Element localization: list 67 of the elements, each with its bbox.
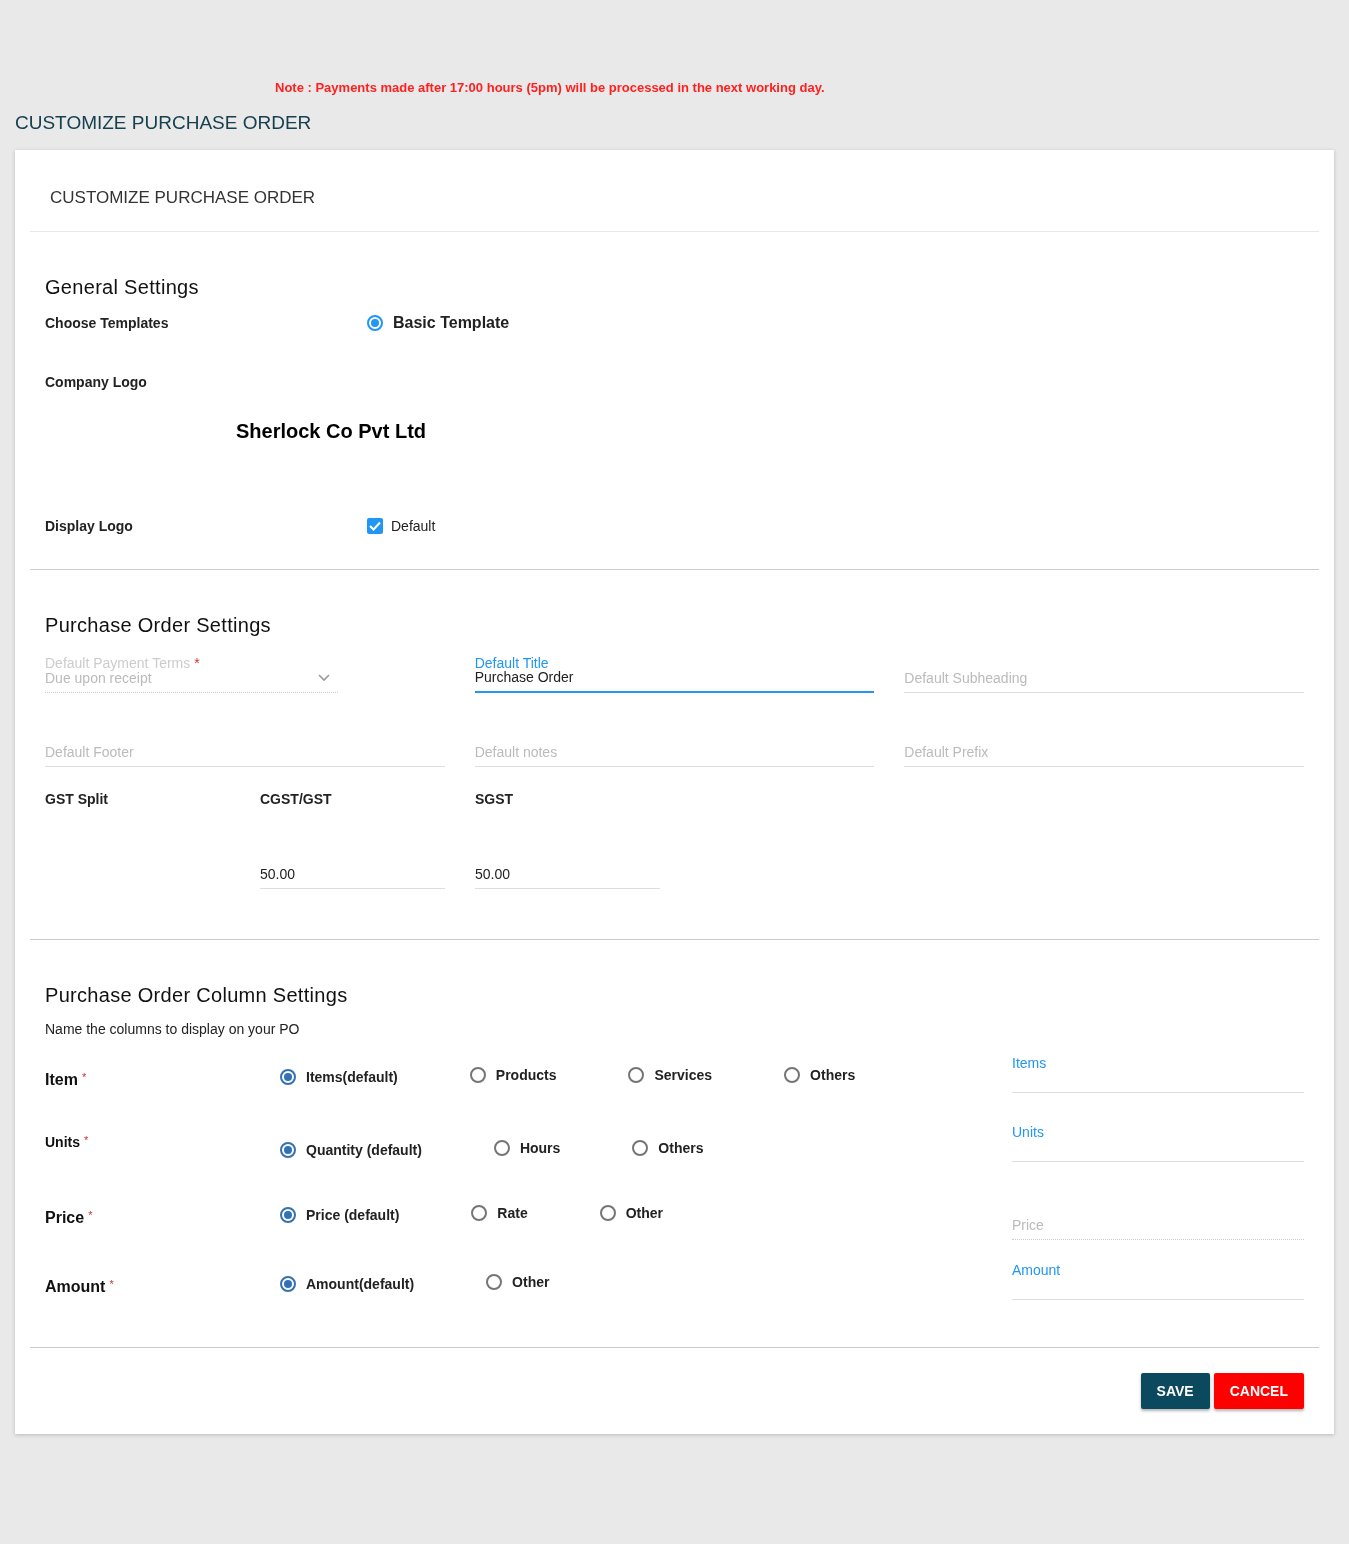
text-field[interactable]: Default Subheading — [904, 655, 1304, 693]
radio-option[interactable]: Others — [632, 1140, 704, 1156]
radio-option[interactable]: Hours — [493, 1140, 561, 1156]
payment-note: Note : Payments made after 17:00 hours (5pm) will be processed in the next working day. — [275, 79, 826, 97]
radio-icon[interactable] — [280, 1207, 296, 1223]
radio-icon[interactable] — [469, 1067, 486, 1083]
radio-option[interactable]: Others — [784, 1067, 856, 1083]
row-label: Item — [45, 1071, 78, 1088]
required-mark: * — [84, 1134, 89, 1146]
cancel-button[interactable]: CANCEL — [1213, 1373, 1304, 1409]
chevron-down-icon — [318, 674, 330, 682]
text-field[interactable]: Default Title Purchase Order — [474, 655, 875, 693]
row-label: Units — [45, 1134, 80, 1150]
radio-option[interactable]: Rate — [471, 1205, 528, 1221]
required-mark: * — [88, 1209, 93, 1221]
number-field[interactable]: 50.00 — [260, 851, 445, 889]
radio-option[interactable]: Price (default) — [280, 1207, 400, 1223]
radio-icon[interactable] — [280, 1142, 296, 1158]
text-input[interactable]: 50.00 — [260, 866, 445, 888]
text-field[interactable]: Default notes — [474, 729, 875, 767]
required-mark: * — [81, 1071, 87, 1083]
text-field[interactable]: Default Prefix — [904, 729, 1304, 767]
text-input[interactable]: Default notes — [474, 744, 875, 766]
field-label: CGST/GST — [260, 791, 333, 807]
number-field[interactable]: 50.00 — [475, 851, 660, 889]
radio-option[interactable]: Quantity (default) — [280, 1142, 422, 1158]
field-label: Choose Templates — [45, 314, 170, 331]
field-label: SGST — [475, 791, 515, 807]
radio-icon[interactable] — [280, 1276, 296, 1292]
radio-icon[interactable] — [784, 1067, 801, 1083]
company-logo-text: Sherlock Co Pvt Ltd — [236, 420, 428, 443]
field-label: Company Logo — [45, 374, 148, 390]
field-label: Display Logo — [45, 518, 134, 534]
text-input[interactable]: Purchase Order — [474, 669, 875, 691]
radio-option[interactable]: Services — [628, 1067, 713, 1083]
radio-option[interactable]: Items(default) — [280, 1069, 398, 1085]
checkbox-icon[interactable] — [367, 518, 383, 534]
radio-option[interactable]: Other — [486, 1274, 550, 1290]
row-label: Amount — [45, 1278, 106, 1295]
section-heading: Purchase Order Settings — [45, 614, 272, 637]
radio-icon[interactable] — [493, 1140, 510, 1156]
radio-option[interactable]: Other — [599, 1205, 664, 1221]
default-checkbox[interactable]: Default — [367, 518, 436, 534]
required-mark: * — [109, 1278, 114, 1290]
radio-icon[interactable] — [280, 1069, 296, 1085]
page-title: CUSTOMIZE PURCHASE ORDER — [15, 112, 313, 134]
text-input[interactable]: Default Subheading — [904, 670, 1304, 692]
card-title: CUSTOMIZE PURCHASE ORDER — [30, 150, 1319, 232]
template-option[interactable]: Basic Template — [367, 314, 510, 332]
section-heading: General Settings — [45, 276, 200, 299]
radio-option[interactable]: Products — [469, 1067, 557, 1083]
radio-icon[interactable] — [471, 1205, 488, 1221]
text-field[interactable]: Default Footer — [45, 729, 445, 767]
field-label: GST Split — [45, 791, 109, 809]
section-heading: Purchase Order Column Settings — [45, 984, 349, 1007]
text-input[interactable]: Default Prefix — [904, 744, 1304, 766]
save-button[interactable]: SAVE — [1140, 1373, 1210, 1409]
text-input[interactable]: Default Footer — [45, 744, 445, 766]
radio-option[interactable]: Amount(default) — [280, 1276, 415, 1292]
row-label: Price — [45, 1209, 85, 1226]
radio-icon[interactable] — [486, 1274, 503, 1290]
radio-icon[interactable] — [367, 315, 383, 331]
text-input[interactable]: 50.00 — [475, 866, 660, 888]
hint-text: Name the columns to display on your PO — [45, 1021, 301, 1037]
radio-icon[interactable] — [599, 1205, 616, 1221]
radio-icon[interactable] — [632, 1140, 649, 1156]
radio-icon[interactable] — [628, 1067, 645, 1083]
